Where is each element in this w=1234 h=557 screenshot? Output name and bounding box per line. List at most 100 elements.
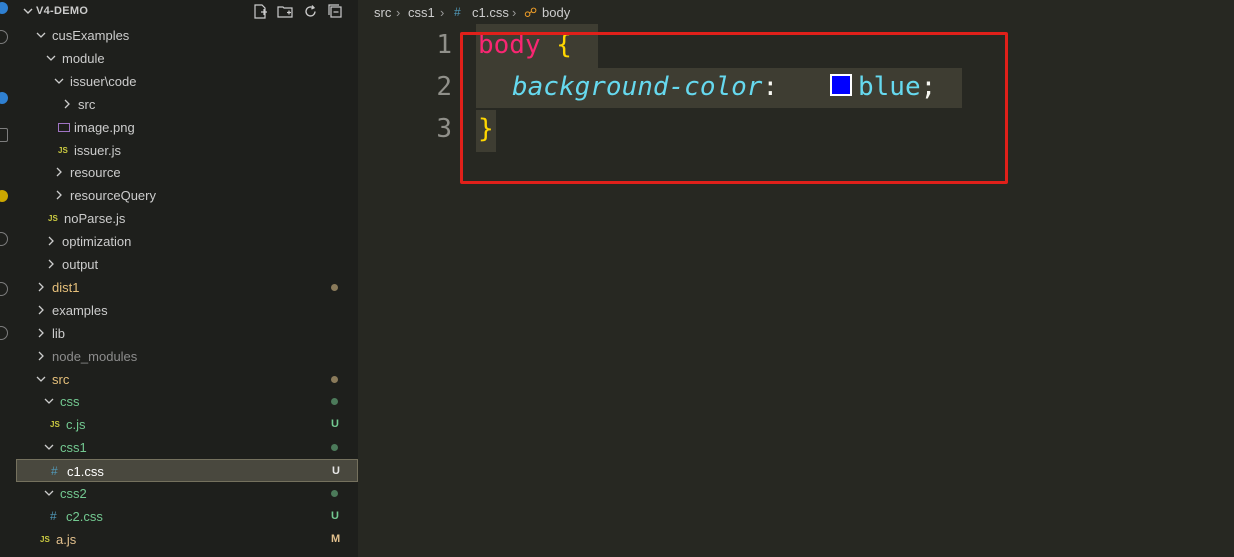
tree-item[interactable]: lib: [16, 322, 358, 345]
tree-item[interactable]: JS a.js M: [16, 528, 358, 551]
chevron-right-icon: [38, 351, 44, 361]
line-number: 1: [436, 30, 452, 60]
tree-item[interactable]: # c1.css U: [16, 459, 358, 483]
breadcrumb-c1-css[interactable]: c1.css: [472, 5, 509, 20]
explorer-header: V4-DEMO: [16, 0, 358, 24]
js-file-icon: JS: [48, 214, 58, 224]
chevron-right-icon: [38, 282, 44, 292]
chevron-right-icon: [38, 328, 44, 338]
tree-item[interactable]: resourceQuery: [16, 184, 358, 207]
workspace-title: V4-DEMO: [36, 5, 89, 17]
chevron-down-icon: [36, 32, 46, 38]
new-file-icon[interactable]: [252, 3, 269, 20]
git-change-dot: [331, 398, 338, 406]
tree-item[interactable]: JS noParse.js: [16, 207, 358, 230]
tree-item-label: c1.css: [67, 464, 104, 480]
new-folder-icon[interactable]: [277, 3, 294, 20]
tree-item-label: css: [60, 394, 80, 410]
tree-item[interactable]: optimization: [16, 230, 358, 253]
annotation-highlight-box: [460, 32, 1008, 184]
settings-gear-icon[interactable]: [0, 326, 8, 340]
run-debug-icon[interactable]: [0, 128, 8, 142]
chevron-down-icon: [36, 376, 46, 382]
git-status-badge: M: [331, 532, 341, 545]
chevron-down-icon: [46, 55, 56, 61]
tree-item-label: lib: [52, 325, 66, 341]
explorer-actions: [252, 3, 344, 20]
tree-item[interactable]: issuer\code: [16, 70, 358, 93]
git-change-dot: [331, 283, 338, 291]
tree-item[interactable]: JS issuer.js: [16, 139, 358, 162]
tree-item-label: resourceQuery: [70, 188, 156, 204]
js-file-icon: JS: [40, 534, 50, 544]
tree-item-label: cusExamples: [52, 28, 130, 43]
tree-item[interactable]: # c2.css U: [16, 505, 358, 528]
tree-item-label: module: [62, 50, 105, 66]
tree-item[interactable]: css1: [16, 436, 358, 459]
chevron-down-icon: [54, 78, 64, 84]
tree-item[interactable]: node_modules: [16, 345, 358, 368]
tree-item-label: src: [78, 96, 96, 112]
git-change-dot: [331, 444, 338, 452]
tree-item[interactable]: examples: [16, 299, 358, 322]
js-file-icon: JS: [50, 420, 60, 430]
tree-item[interactable]: resource: [16, 161, 358, 184]
tree-item[interactable]: output: [16, 253, 358, 276]
tree-item[interactable]: src: [16, 368, 358, 391]
tree-item[interactable]: css2: [16, 482, 358, 505]
tree-item-label: node_modules: [52, 348, 138, 364]
tree-item-label: resource: [70, 165, 121, 181]
chevron-right-icon: [38, 305, 44, 315]
tree-item[interactable]: JS c.js U: [16, 413, 358, 436]
tree-item[interactable]: module: [16, 47, 358, 70]
tree-item-label: a.js: [56, 531, 77, 547]
tree-item-label: css2: [60, 486, 87, 501]
js-file-icon: JS: [58, 145, 68, 155]
git-change-dot: [331, 490, 338, 497]
css-file-icon: #: [50, 508, 57, 523]
chevron-down-icon: [44, 444, 54, 451]
tree-item[interactable]: css: [16, 390, 358, 413]
image-file-icon: [58, 122, 70, 132]
activity-bar: [0, 0, 16, 557]
breadcrumb-separator: ›: [440, 5, 445, 20]
symbol-icon: ☍: [524, 5, 538, 20]
breadcrumb-separator: ›: [396, 5, 401, 20]
breadcrumb-body[interactable]: body: [542, 5, 570, 20]
refresh-icon[interactable]: [302, 3, 319, 20]
tree-item-label: output: [62, 257, 99, 272]
tree-item-label: dist1: [52, 279, 80, 295]
css-file-icon: #: [454, 5, 461, 19]
tree-item[interactable]: src: [16, 93, 358, 116]
chevron-down-icon: [44, 398, 54, 405]
tree-item[interactable]: dist1: [16, 276, 358, 299]
tree-item-label: issuer.js: [74, 142, 121, 158]
tree-item-label: src: [52, 371, 70, 387]
breadcrumb-css1[interactable]: css1: [408, 5, 435, 20]
tree-item-label: css1: [60, 440, 87, 456]
explorer-sidebar: V4-DEMO cusExamples module issuer\code src i…: [16, 0, 358, 557]
notification-badge: [0, 2, 8, 14]
chevron-right-icon: [64, 99, 70, 109]
chevron-right-icon: [48, 259, 54, 269]
chevron-down-icon: [44, 490, 54, 496]
account-icon[interactable]: [0, 282, 8, 296]
tree-item[interactable]: image.png: [16, 116, 358, 139]
tree-item-label: image.png: [74, 119, 135, 135]
chevron-right-icon: [56, 167, 62, 177]
warning-badge: [0, 190, 8, 202]
tree-item-label: optimization: [62, 234, 132, 250]
breadcrumb-separator: ›: [512, 5, 517, 20]
breadcrumb-src[interactable]: src: [374, 5, 391, 20]
chevron-right-icon: [56, 190, 62, 200]
git-status-badge: U: [331, 509, 339, 522]
git-change-dot: [331, 375, 338, 383]
tree-item-label: noParse.js: [64, 211, 126, 227]
collapse-all-icon[interactable]: [327, 3, 344, 20]
chevron-right-icon: [48, 236, 54, 246]
search-icon[interactable]: [0, 30, 8, 44]
tree-item-label: c2.css: [66, 508, 103, 524]
tree-item[interactable]: cusExamples: [16, 24, 358, 47]
extensions-icon[interactable]: [0, 232, 8, 246]
chevron-down-icon[interactable]: [22, 5, 34, 17]
